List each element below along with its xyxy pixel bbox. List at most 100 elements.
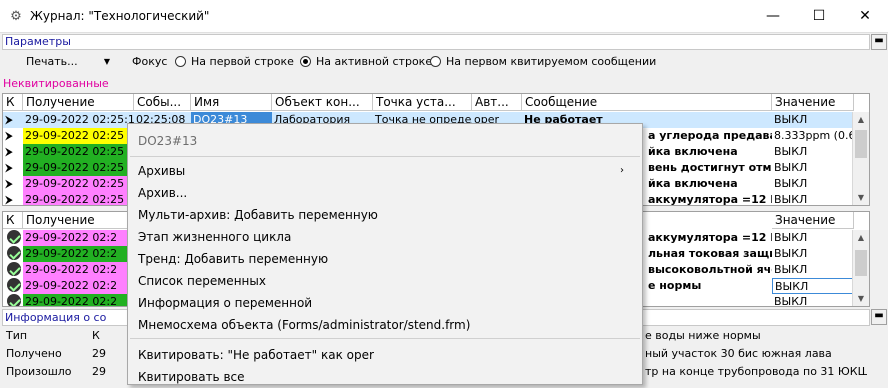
info-value: 29 (92, 347, 106, 360)
alarm-arrow-icon: ⮞ (5, 161, 13, 174)
focus-option-active-row[interactable]: На активной строке (300, 55, 432, 68)
menu-item[interactable]: Мнемосхема объекта (Forms/administrator/… (138, 314, 634, 336)
cell-value: ВЫКЛ (772, 278, 854, 294)
cell-value: ВЫКЛ (774, 113, 808, 126)
col-header-ack[interactable]: К (3, 212, 23, 229)
col-header-value[interactable]: Значение (772, 94, 854, 111)
info-text: е воды ниже нормы (645, 329, 761, 342)
menu-separator (130, 338, 640, 339)
cell-value: ВЫКЛ (774, 231, 808, 244)
cell-received: 29-09-2022 02:2 (23, 294, 134, 306)
info-value: К (92, 329, 100, 342)
cell-value: ВЫКЛ (774, 161, 808, 174)
cell-message: йка включена (648, 145, 738, 158)
menu-item[interactable]: Квитировать: "Не работает" как oper (138, 344, 634, 366)
cell-received: 29-09-2022 02:25 (23, 160, 134, 176)
col-header-point[interactable]: Точка уста... (373, 94, 472, 111)
cell-message: вень достигнут отме (648, 161, 772, 174)
context-menu: DO23#13 Архивы › Архив... Мульти-архив: Доб… (127, 123, 643, 385)
col-header-value[interactable]: Значение (772, 212, 854, 229)
menu-item[interactable]: Тренд: Добавить переменную (138, 248, 634, 270)
info-text: тр на конце трубопровода по 31 ЮКШ (31 Ю… (645, 365, 867, 378)
info-collapse-button[interactable]: ▬ (871, 309, 887, 325)
radio-icon (175, 56, 186, 67)
alarm-arrow-icon: ⮞ (5, 193, 13, 206)
check-circle-icon (7, 230, 21, 244)
check-circle-icon (7, 246, 21, 260)
menu-item[interactable]: Мульти-архив: Добавить переменную (138, 204, 634, 226)
col-header-received[interactable]: Получение (23, 94, 134, 111)
acknowledged-check-icon (5, 230, 23, 246)
cell-message: аккумулятора =12 В (648, 231, 772, 244)
info-key: Получено (6, 347, 62, 360)
info-label: Информация о со (5, 311, 107, 324)
cell-received: 29-09-2022 02:2 (23, 262, 134, 278)
info-key: Тип (6, 329, 28, 342)
print-label: Печать... (26, 55, 78, 68)
scroll-down-icon[interactable]: ▼ (853, 190, 869, 205)
close-button[interactable]: ✕ (842, 0, 888, 33)
col-header-message[interactable]: Сообщение (522, 94, 772, 111)
unack-section-label: Неквитированные (3, 77, 109, 90)
col-header-received[interactable]: Получение (23, 212, 134, 229)
maximize-button[interactable]: ☐ (796, 0, 842, 33)
focus-option-first-ack[interactable]: На первом квитируемом сообщении (430, 55, 656, 68)
radio-selected-icon (300, 56, 311, 67)
check-circle-icon (7, 262, 21, 276)
col-header-name[interactable]: Имя (191, 94, 272, 111)
acknowledged-check-icon (5, 278, 23, 294)
submenu-arrow-icon: › (620, 165, 624, 176)
cell-received: 29-09-2022 02:25 (23, 192, 134, 205)
scroll-down-icon[interactable]: ▼ (853, 291, 869, 306)
scroll-thumb[interactable] (855, 250, 867, 276)
col-header-object[interactable]: Объект кон... (272, 94, 373, 111)
params-label: Параметры (5, 35, 71, 48)
cell-message: льная токовая защит (648, 247, 772, 260)
title-bar: ⚙ Журнал: "Технологический" — ☐ ✕ (0, 0, 888, 33)
radio-icon (430, 56, 441, 67)
cell-value: ВЫКЛ (774, 177, 808, 190)
cell-message: йка включена (648, 177, 738, 190)
unack-scrollbar[interactable]: ▲ ▼ (852, 112, 869, 205)
cell-received: 29-09-2022 02:25 (23, 144, 134, 160)
menu-item[interactable]: Архив... (138, 182, 634, 204)
menu-header: DO23#13 (138, 134, 198, 148)
cell-value: 8.333ppm (0.667В) (774, 129, 854, 142)
window-title: Журнал: "Технологический" (30, 9, 210, 23)
menu-item[interactable]: Архивы › (138, 160, 634, 182)
cell-value: ВЫКЛ (774, 145, 808, 158)
cell-received: 29-09-2022 02:25 (23, 176, 134, 192)
menu-separator (130, 156, 640, 157)
col-header-ack[interactable]: К (3, 94, 23, 111)
scroll-thumb[interactable] (855, 130, 867, 158)
params-section-header: Параметры (2, 34, 870, 50)
cell-received: 29-09-2022 02:2 (23, 230, 134, 246)
ack-scrollbar[interactable]: ▲ ▼ (852, 230, 869, 306)
alarm-arrow-icon: ⮞ (5, 129, 13, 142)
cell-received: 29-09-2022 02:25 (23, 128, 134, 144)
scroll-up-icon[interactable]: ▲ (853, 230, 869, 246)
minimize-button[interactable]: — (750, 0, 796, 33)
cell-value: ВЫКЛ (774, 193, 808, 206)
cell-received: 29-09-2022 02:2 (23, 246, 134, 262)
alarm-arrow-icon: ⮞ (5, 145, 13, 158)
acknowledged-check-icon (5, 294, 23, 306)
col-header-event[interactable]: Собы... (134, 94, 191, 111)
cell-message: а углерода предавар (648, 129, 772, 142)
acknowledged-check-icon (5, 246, 23, 262)
focus-option-first-row[interactable]: На первой строке (175, 55, 294, 68)
col-header-author[interactable]: Авт... (472, 94, 522, 111)
cell-message (646, 294, 772, 306)
cell-value: ВЫКЛ (774, 263, 808, 276)
menu-item[interactable]: Информация о переменной (138, 292, 634, 314)
print-dropdown-button[interactable]: Печать... ▼ (6, 52, 118, 72)
info-text: ный участок 30 бис южная лава (645, 347, 832, 360)
alarm-arrow-icon: ⮞ (5, 177, 13, 190)
scroll-up-icon[interactable]: ▲ (853, 112, 869, 128)
menu-item[interactable]: Этап жизненного цикла (138, 226, 634, 248)
params-collapse-button[interactable]: ▬ (871, 34, 887, 50)
menu-item[interactable]: Список переменных (138, 270, 634, 292)
app-icon: ⚙ (10, 9, 22, 24)
cell-received: 29-09-2022 02:2 (23, 278, 134, 294)
cell-value: ВЫКЛ (774, 295, 808, 307)
